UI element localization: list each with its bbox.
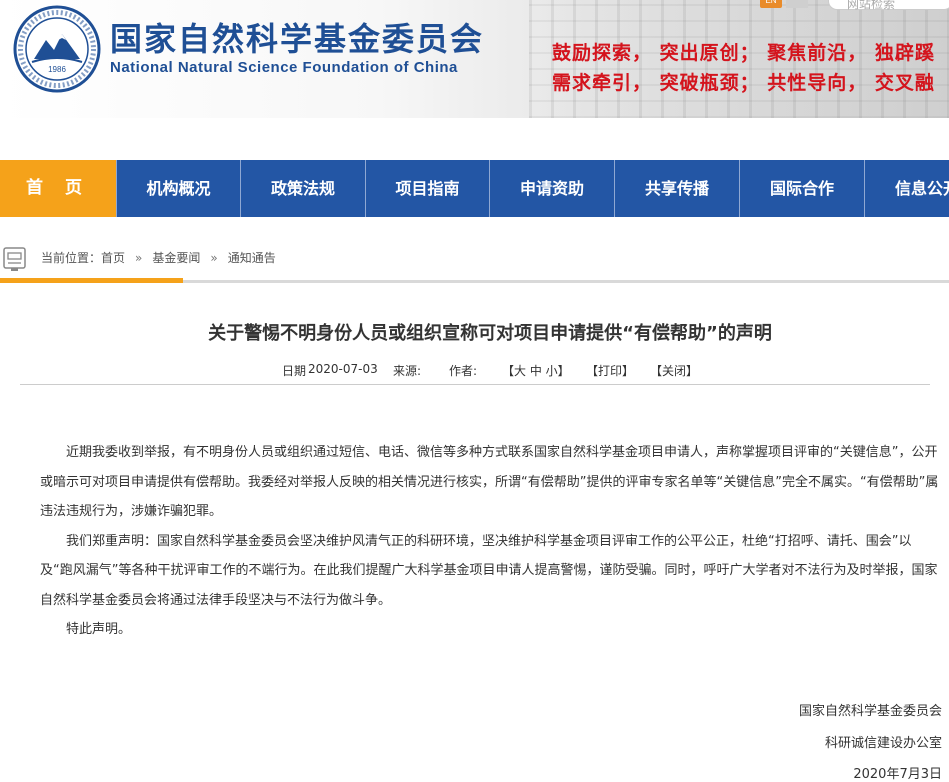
site-search-input[interactable]: 网站检索 — [828, 0, 949, 11]
breadcrumb: 当前位置：首页 » 基金要闻 » 通知通告 — [0, 240, 949, 284]
article-paragraph: 特此声明。 — [66, 622, 132, 637]
nav-item-disclosure[interactable]: 信息公开 — [865, 160, 949, 217]
english-language-button[interactable]: EN — [760, 0, 782, 8]
article-date: 2020-07-03 — [308, 362, 378, 376]
slogan-line-2: 需求牵引， 突破瓶颈； 共性导向， 交叉融 — [552, 72, 935, 94]
nav-item-sharing[interactable]: 共享传播 — [615, 160, 740, 217]
date-label: 日期 — [282, 364, 307, 378]
signature-org: 国家自然科学基金委员会 — [798, 704, 942, 719]
signature-office: 科研诚信建设办公室 — [824, 736, 942, 751]
nav-item-funding[interactable]: 申请资助 — [490, 160, 615, 217]
nav-item-about[interactable]: 机构概况 — [117, 160, 241, 217]
site-header: 1986 国家自然科学基金委员会 National Natural Scienc… — [0, 0, 949, 118]
site-title-en: National Natural Science Foundation of C… — [110, 59, 458, 76]
site-title-zh[interactable]: 国家自然科学基金委员会 — [110, 14, 484, 60]
breadcrumb-separator: » — [210, 251, 218, 265]
signature-date: 2020年7月3日 — [853, 767, 942, 782]
nav-item-policies[interactable]: 政策法规 — [241, 160, 366, 217]
article-title: 关于警惕不明身份人员或组织宣称可对项目申请提供“有偿帮助”的声明 — [208, 323, 772, 344]
logo-year: 1986 — [48, 65, 66, 74]
nav-item-guide[interactable]: 项目指南 — [366, 160, 490, 217]
breadcrumb-item-news[interactable]: 基金要闻 — [152, 251, 200, 265]
nav-item-home[interactable]: 首 页 — [0, 160, 117, 217]
main-nav: 首 页 机构概况 政策法规 项目指南 申请资助 共享传播 国际合作 信息公开 — [0, 160, 949, 217]
article-meta: 日期 2020-07-03 来源: 作者: 【大 中 小】 【打印】 【关闭】 — [20, 358, 930, 385]
breadcrumb-prefix: 当前位置： — [41, 251, 102, 265]
print-link[interactable]: 【打印】 — [586, 362, 634, 379]
breadcrumb-rule — [183, 280, 949, 283]
slogan-line-1: 鼓励探索， 突出原创； 聚焦前沿， 独辟蹊 — [552, 42, 935, 64]
nav-item-international[interactable]: 国际合作 — [740, 160, 865, 217]
breadcrumb-rule-accent — [0, 278, 183, 283]
article-paragraph: 近期我委收到举报，有不明身份人员或组织通过短信、电话、微信等多种方式联系国家自然… — [40, 445, 939, 519]
breadcrumb-separator: » — [135, 251, 143, 265]
location-icon — [3, 247, 26, 271]
article-body: 近期我委收到举报，有不明身份人员或组织通过短信、电话、微信等多种方式联系国家自然… — [40, 438, 942, 645]
article-paragraph: 我们郑重声明：国家自然科学基金委员会坚决维护风清气正的科研环境，坚决维护科学基金… — [40, 533, 938, 608]
language-toggle-button[interactable] — [786, 0, 808, 8]
close-link[interactable]: 【关闭】 — [650, 362, 698, 379]
font-size-control[interactable]: 【大 中 小】 — [502, 362, 570, 379]
author-label: 作者: — [449, 364, 478, 378]
breadcrumb-item-notices[interactable]: 通知通告 — [228, 251, 276, 265]
source-label: 来源: — [393, 364, 422, 378]
breadcrumb-item-home[interactable]: 首页 — [101, 251, 125, 265]
nsfc-logo[interactable]: 1986 — [12, 4, 102, 94]
